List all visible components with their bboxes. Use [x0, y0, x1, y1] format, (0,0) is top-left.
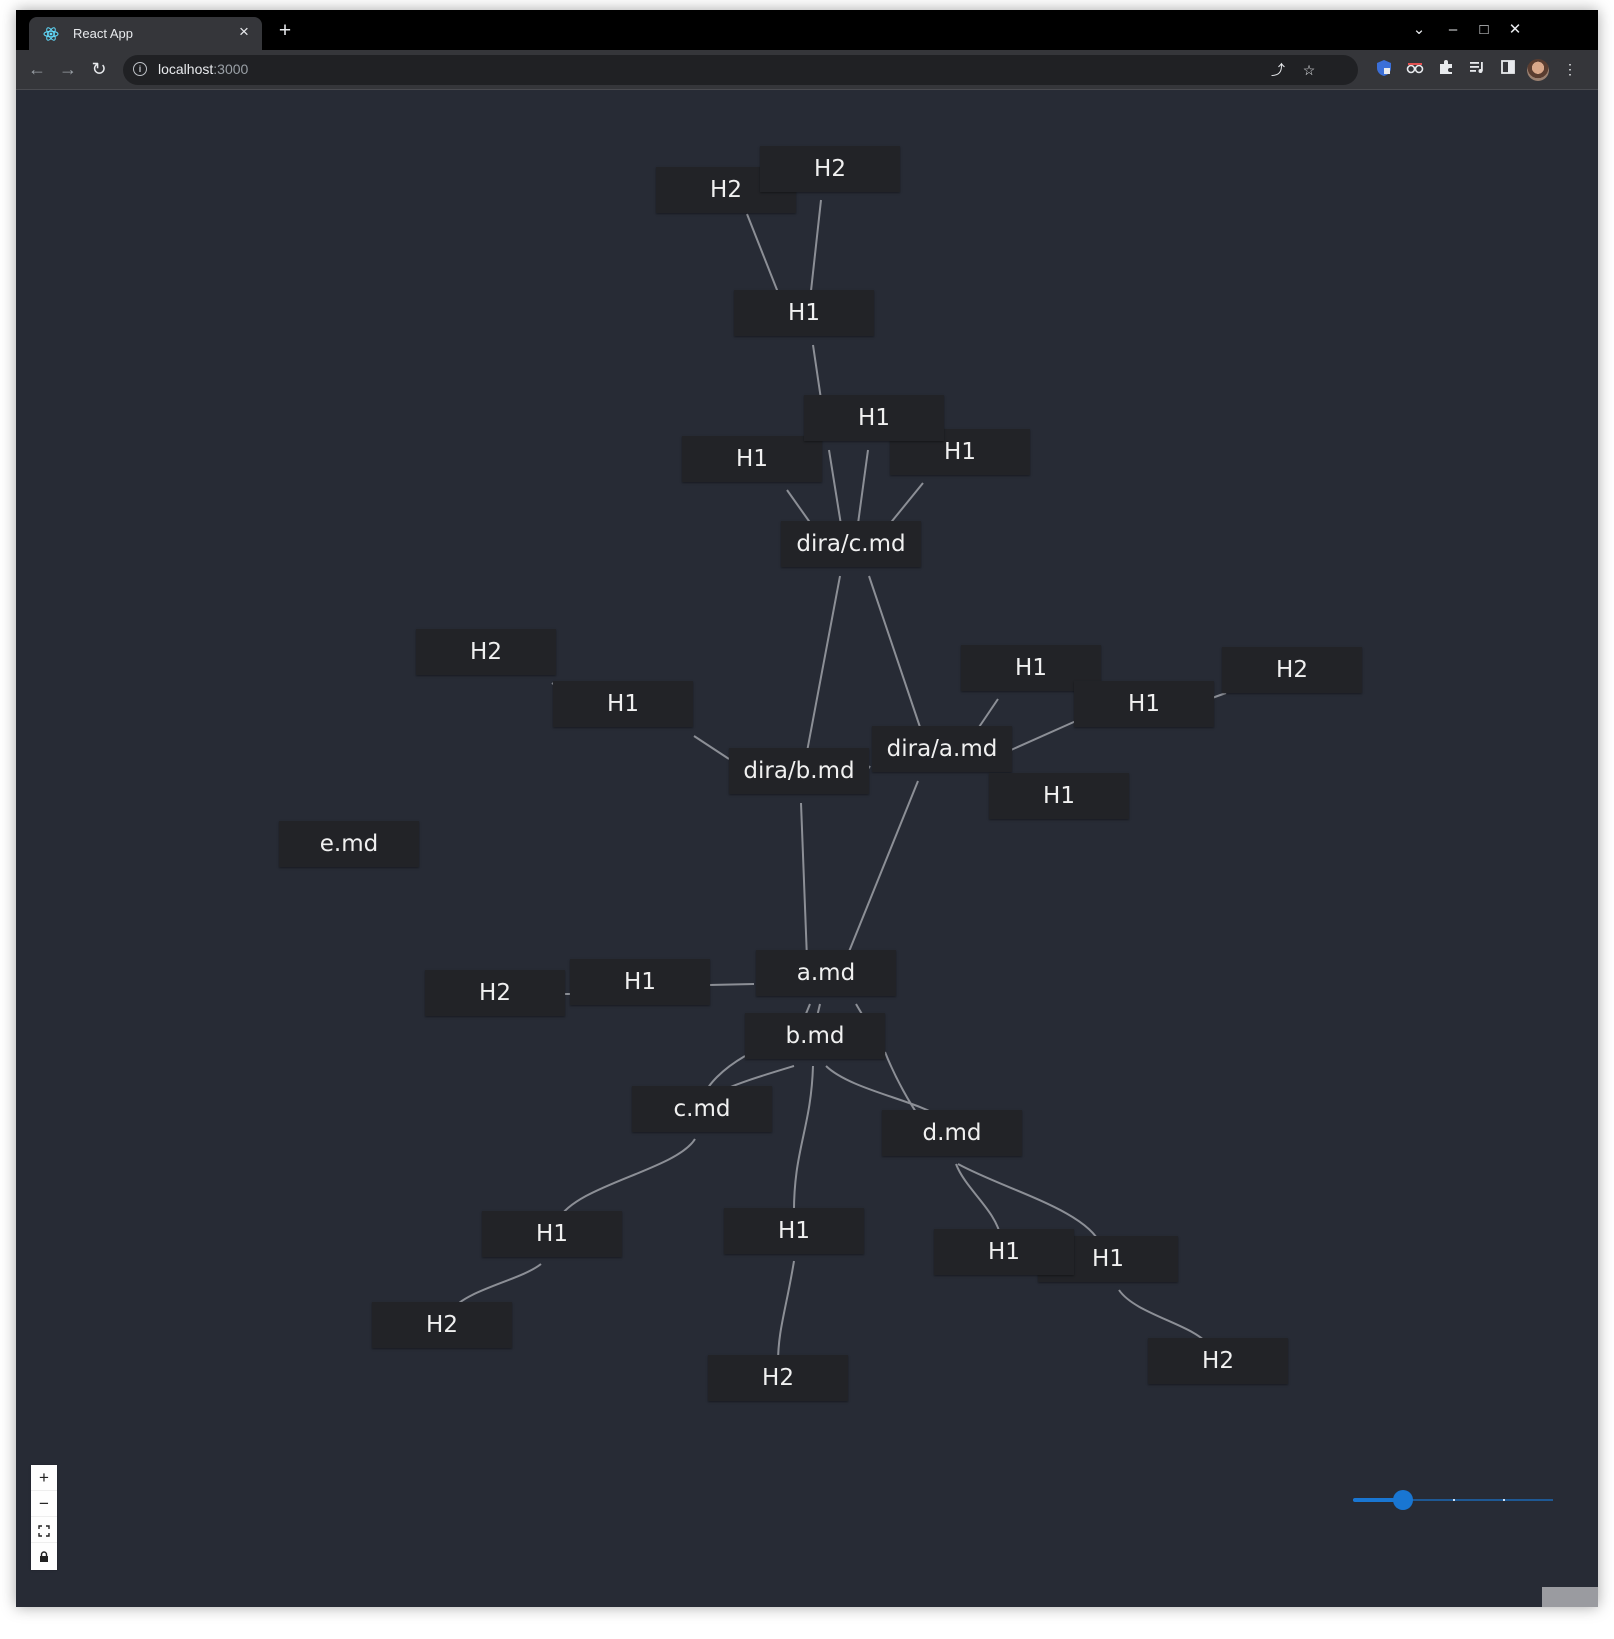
browser-window: React App × + ⌄ – □ ✕ ← → ↻ i localhost:…: [16, 10, 1598, 1607]
glasses-icon[interactable]: [1405, 59, 1425, 79]
graph-node[interactable]: H2: [1148, 1338, 1288, 1384]
graph-node[interactable]: H1: [724, 1208, 864, 1254]
minimize-button[interactable]: –: [1441, 18, 1465, 42]
edge: [955, 1163, 1002, 1239]
lock-icon: [40, 1550, 48, 1562]
zoom-slider[interactable]: [1353, 1490, 1553, 1510]
graph-node-a[interactable]: a.md: [756, 950, 896, 996]
close-window-button[interactable]: ✕: [1503, 18, 1527, 42]
graph-node[interactable]: H1: [934, 1229, 1074, 1275]
maximize-button[interactable]: □: [1472, 18, 1496, 42]
fit-view-button[interactable]: [31, 1517, 57, 1543]
forward-button[interactable]: →: [56, 57, 80, 81]
url-port: :3000: [213, 61, 249, 77]
profile-avatar[interactable]: [1527, 59, 1549, 81]
tab-search-icon[interactable]: ⌄: [1407, 18, 1431, 42]
graph-node-d[interactable]: d.md: [882, 1110, 1022, 1156]
graph-node-dira-b[interactable]: dira/b.md: [729, 748, 869, 794]
lock-button[interactable]: [31, 1543, 57, 1569]
tab-title: React App: [73, 26, 133, 41]
graph-node-c[interactable]: c.md: [632, 1086, 772, 1132]
edge: [1010, 720, 1077, 751]
zoom-in-button[interactable]: +: [31, 1465, 57, 1491]
slider-thumb[interactable]: [1393, 1490, 1413, 1510]
edge: [809, 199, 822, 301]
graph-node-dira-a[interactable]: dira/a.md: [872, 726, 1012, 772]
graph-node[interactable]: H2: [372, 1302, 512, 1348]
bookmark-star-icon[interactable]: ☆: [1299, 60, 1319, 80]
edge: [746, 213, 782, 301]
fit-view-icon: [38, 1524, 50, 1537]
edge: [856, 449, 869, 532]
url-host: localhost: [158, 61, 214, 77]
graph-node[interactable]: H2: [708, 1355, 848, 1401]
reload-button[interactable]: ↻: [87, 57, 111, 81]
edge: [800, 802, 808, 960]
corner-attribution: [1542, 1587, 1598, 1607]
edge: [1211, 692, 1227, 699]
back-button[interactable]: ←: [25, 57, 49, 81]
graph-node[interactable]: H2: [425, 970, 565, 1016]
new-tab-button[interactable]: +: [274, 20, 296, 42]
shield-icon[interactable]: [1374, 59, 1394, 79]
graph-node[interactable]: H1: [482, 1211, 622, 1257]
graph-node[interactable]: H1: [553, 681, 693, 727]
tab-react-app[interactable]: React App ×: [29, 17, 262, 50]
edge: [845, 780, 919, 960]
graph-node[interactable]: H1: [734, 290, 874, 336]
graph-node[interactable]: H1: [682, 436, 822, 482]
address-bar[interactable]: i localhost:3000 ⤴ ☆: [123, 55, 1358, 85]
graph-node[interactable]: H2: [760, 146, 900, 192]
url-text[interactable]: localhost:3000: [158, 61, 248, 77]
edge: [828, 449, 843, 532]
browser-toolbar: ← → ↻ i localhost:3000 ⤴ ☆ ⋮: [16, 50, 1598, 90]
kebab-menu-icon[interactable]: ⋮: [1560, 59, 1580, 79]
edge: [777, 1260, 795, 1364]
edge: [884, 1051, 921, 1119]
site-info-icon[interactable]: i: [133, 62, 147, 76]
graph-node-dira-c[interactable]: dira/c.md: [781, 521, 921, 567]
share-icon[interactable]: ⤴: [1268, 60, 1288, 80]
graph-node[interactable]: H1: [570, 959, 710, 1005]
graph-controls: + −: [31, 1465, 57, 1570]
edge: [805, 575, 841, 758]
puzzle-icon[interactable]: [1436, 59, 1456, 79]
edge: [792, 1065, 814, 1218]
graph-node[interactable]: H1: [804, 395, 944, 441]
react-icon: [43, 27, 59, 41]
graph-canvas[interactable]: H2 H2 H1 H1 H1 H1 dira/c.md H2 H1 H1 H2 …: [16, 90, 1598, 1607]
sidepanel-icon[interactable]: [1498, 59, 1518, 79]
edge: [693, 735, 730, 760]
edge: [868, 575, 924, 737]
playlist-icon[interactable]: [1467, 59, 1487, 79]
graph-node[interactable]: H2: [416, 629, 556, 675]
graph-node[interactable]: H1: [1074, 681, 1214, 727]
zoom-out-button[interactable]: −: [31, 1491, 57, 1517]
graph-node[interactable]: H2: [1222, 647, 1362, 693]
slider-mark: [1503, 1499, 1505, 1501]
tab-strip: React App × + ⌄ – □ ✕: [16, 10, 1598, 50]
slider-mark: [1453, 1499, 1455, 1501]
graph-node[interactable]: H1: [989, 773, 1129, 819]
tab-close-icon[interactable]: ×: [234, 22, 254, 42]
graph-node-b[interactable]: b.md: [745, 1013, 885, 1059]
edge: [708, 983, 755, 986]
graph-node-e[interactable]: e.md: [279, 821, 419, 867]
edge: [557, 1138, 696, 1221]
